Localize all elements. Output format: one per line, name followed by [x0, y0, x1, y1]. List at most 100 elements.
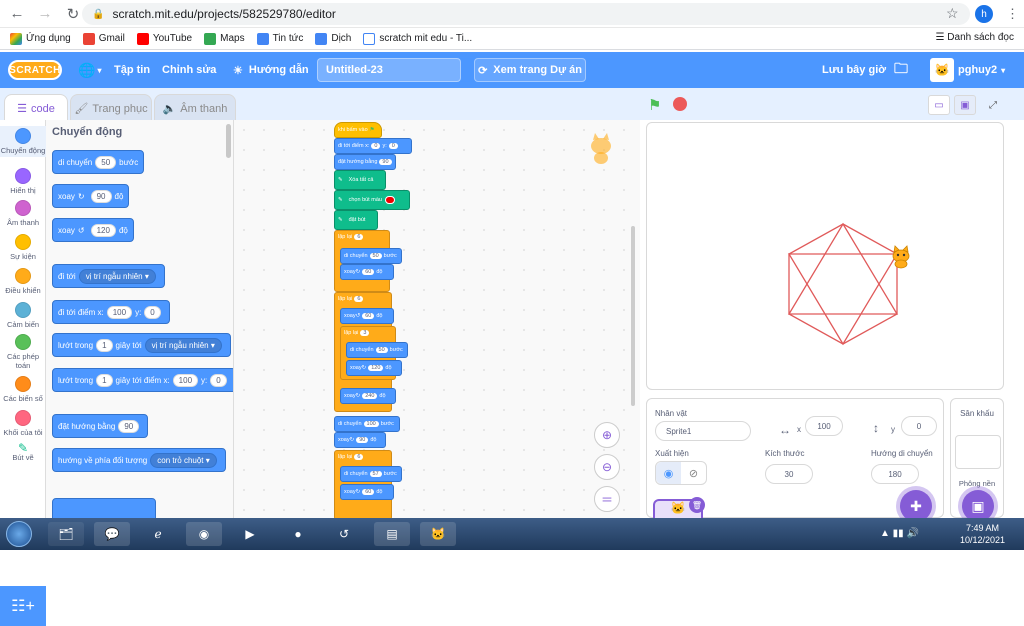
tutorials-button[interactable]: ☀ Hướng dẫn	[233, 52, 309, 88]
move-steps-block[interactable]: di chuyển 50 bước	[340, 248, 402, 264]
x-input[interactable]: 0	[371, 143, 381, 149]
eye-icon[interactable]: ◉	[656, 462, 681, 484]
y-position-input[interactable]: 0	[901, 416, 937, 436]
stage-canvas[interactable]	[646, 122, 1004, 390]
small-stage-button[interactable]: ▭	[928, 95, 950, 115]
block-go-to[interactable]: đi tới vị trí ngẫu nhiên ▾	[52, 264, 165, 288]
steps-input[interactable]: 50	[375, 347, 388, 353]
eye-hidden-icon[interactable]: ⊘	[681, 462, 706, 484]
x-input[interactable]: 100	[106, 305, 133, 319]
user-avatar[interactable]: 🐱	[930, 58, 954, 82]
recorder-icon[interactable]: ●	[280, 522, 316, 546]
palette-scrollbar[interactable]	[226, 124, 231, 158]
degrees-input[interactable]: 240	[362, 393, 378, 399]
my-stuff-folder-icon[interactable]: 🗀	[894, 52, 908, 88]
direction-input[interactable]: 90	[118, 419, 140, 433]
profile-avatar[interactable]: h	[975, 5, 993, 23]
degrees-input[interactable]: 60	[362, 489, 375, 495]
category-control[interactable]: Điều khiển	[0, 268, 46, 295]
move-steps-block[interactable]: di chuyển 50 bước	[346, 342, 408, 358]
internet-explorer-icon[interactable]: ℯ	[140, 522, 176, 546]
system-tray-icons[interactable]: ▲ ▮▮ 🔊	[880, 528, 919, 539]
block-turn-right[interactable]: xoay ↻ 90 độ	[52, 184, 130, 208]
script-workspace[interactable]: khi bấm vào ⚑ đi tới điểm x: 0 y: 0 đặt hướn…	[234, 120, 640, 518]
turn-left-block[interactable]: xoay ↺ 60 độ	[340, 308, 394, 324]
powerpoint-icon[interactable]: ▤	[374, 522, 410, 546]
scratch-logo[interactable]: SCRATCH	[8, 60, 62, 80]
times-input[interactable]: 6	[354, 234, 364, 240]
language-menu[interactable]: 🌐 ▾	[78, 52, 101, 88]
y-input[interactable]: 0	[388, 143, 398, 149]
degrees-input[interactable]: 120	[368, 365, 384, 371]
y-input[interactable]: 0	[210, 373, 227, 387]
size-input[interactable]: 30	[765, 464, 813, 484]
bookmark-translate[interactable]: Dịch	[315, 32, 351, 45]
category-events[interactable]: Sự kiện	[0, 234, 46, 261]
y-input[interactable]: 0	[144, 305, 161, 319]
reload-icon[interactable]: ↻	[62, 3, 84, 25]
move-steps-block[interactable]: di chuyển 57 bước	[340, 466, 402, 482]
bookmark-apps[interactable]: Ứng dụng	[10, 32, 71, 45]
go-to-xy-block[interactable]: đi tới điểm x: 0 y: 0	[334, 138, 412, 154]
chrome-icon[interactable]: ◉	[186, 522, 222, 546]
block-go-to-xy[interactable]: đi tới điểm x: 100 y: 0	[52, 300, 170, 324]
steps-input[interactable]: 50	[369, 253, 382, 259]
account-menu[interactable]: pghuy2 ▾	[958, 52, 1005, 88]
zoom-out-button[interactable]: ⊖	[594, 454, 620, 480]
steps-input[interactable]: 50	[95, 155, 117, 169]
bookmark-gmail[interactable]: Gmail	[82, 32, 125, 45]
zoom-in-button[interactable]: ⊕	[594, 422, 620, 448]
pen-color-block[interactable]: ✎ chọn bút màu	[334, 190, 410, 210]
times-input[interactable]: 6	[354, 454, 364, 460]
bookmark-news[interactable]: Tin tức	[256, 32, 303, 45]
times-input[interactable]: 6	[354, 296, 364, 302]
delete-sprite-icon[interactable]: 🗑	[689, 497, 705, 513]
target-dropdown[interactable]: vị trí ngẫu nhiên ▾	[144, 337, 222, 353]
category-looks[interactable]: Hiển thị	[0, 168, 46, 195]
stop-button[interactable]	[673, 97, 687, 111]
target-dropdown[interactable]: con trỏ chuột ▾	[150, 452, 217, 468]
bookmark-star-icon[interactable]: ☆	[946, 5, 959, 22]
turn-right-block[interactable]: xoay ↻ 90 độ	[334, 432, 386, 448]
category-sound[interactable]: Âm thanh	[0, 200, 46, 227]
pen-clear-block[interactable]: ✎ Xóa tất cả	[334, 170, 386, 190]
x-input[interactable]: 100	[172, 373, 199, 387]
edit-menu[interactable]: Chỉnh sửa	[162, 52, 216, 88]
category-my-blocks[interactable]: Khối của tôi	[0, 410, 46, 437]
clock[interactable]: 7:49 AM 10/12/2021	[960, 522, 1005, 546]
degrees-input[interactable]: 90	[356, 437, 369, 443]
block-glide-xy[interactable]: lướt trong 1 giây tới điểm x: 100 y: 0	[52, 368, 233, 392]
target-dropdown[interactable]: vị trí ngẫu nhiên ▾	[78, 268, 156, 284]
start-button[interactable]	[6, 521, 32, 547]
block-turn-left[interactable]: xoay ↺ 120 độ	[52, 218, 134, 242]
forward-icon[interactable]: →	[34, 3, 56, 25]
move-steps-block[interactable]: di chuyển 100 bước	[334, 416, 400, 432]
zalo-icon[interactable]: 💬	[94, 522, 130, 546]
turn-right-block[interactable]: xoay ↻ 60 độ	[340, 264, 394, 280]
block-partial[interactable]	[52, 498, 156, 518]
tab-costumes[interactable]: 🖌 Trang phục	[70, 94, 152, 122]
when-flag-clicked-block[interactable]: khi bấm vào ⚑	[334, 122, 382, 138]
degrees-input[interactable]: 120	[90, 223, 116, 237]
bookmark-youtube[interactable]: YouTube	[136, 32, 192, 45]
steps-input[interactable]: 57	[369, 471, 382, 477]
block-point-towards[interactable]: hướng về phía đối tượng con trỏ chuột ▾	[52, 448, 226, 472]
add-extension-button[interactable]: ☷+	[0, 586, 46, 626]
category-variables[interactable]: Các biến số	[0, 376, 46, 403]
tab-sounds[interactable]: 🔈 Âm thanh	[154, 94, 236, 122]
category-pen[interactable]: ✎ Bút vẽ	[0, 442, 46, 462]
fullscreen-button[interactable]: ⤢	[982, 95, 1004, 115]
steps-input[interactable]: 100	[363, 421, 379, 427]
see-project-page-button[interactable]: ⟳ Xem trang Dự án	[474, 58, 586, 82]
app-cat-icon[interactable]: 🐱	[420, 522, 456, 546]
degrees-input[interactable]: 90	[90, 189, 112, 203]
stage-thumbnail[interactable]	[955, 435, 1001, 469]
block-glide[interactable]: lướt trong 1 giây tới vị trí ngẫu nhiên ▾	[52, 333, 231, 357]
project-title-input[interactable]	[317, 58, 461, 82]
direction-input[interactable]: 90	[379, 159, 392, 165]
zoom-reset-button[interactable]: ＝	[594, 486, 620, 512]
turn-right-block[interactable]: xoay ↻ 60 độ	[340, 484, 394, 500]
bookmark-scratch-search[interactable]: scratch mit edu - Ti...	[363, 32, 472, 45]
workspace-scrollbar[interactable]	[631, 226, 635, 406]
tab-code[interactable]: ☰ code	[4, 94, 68, 122]
